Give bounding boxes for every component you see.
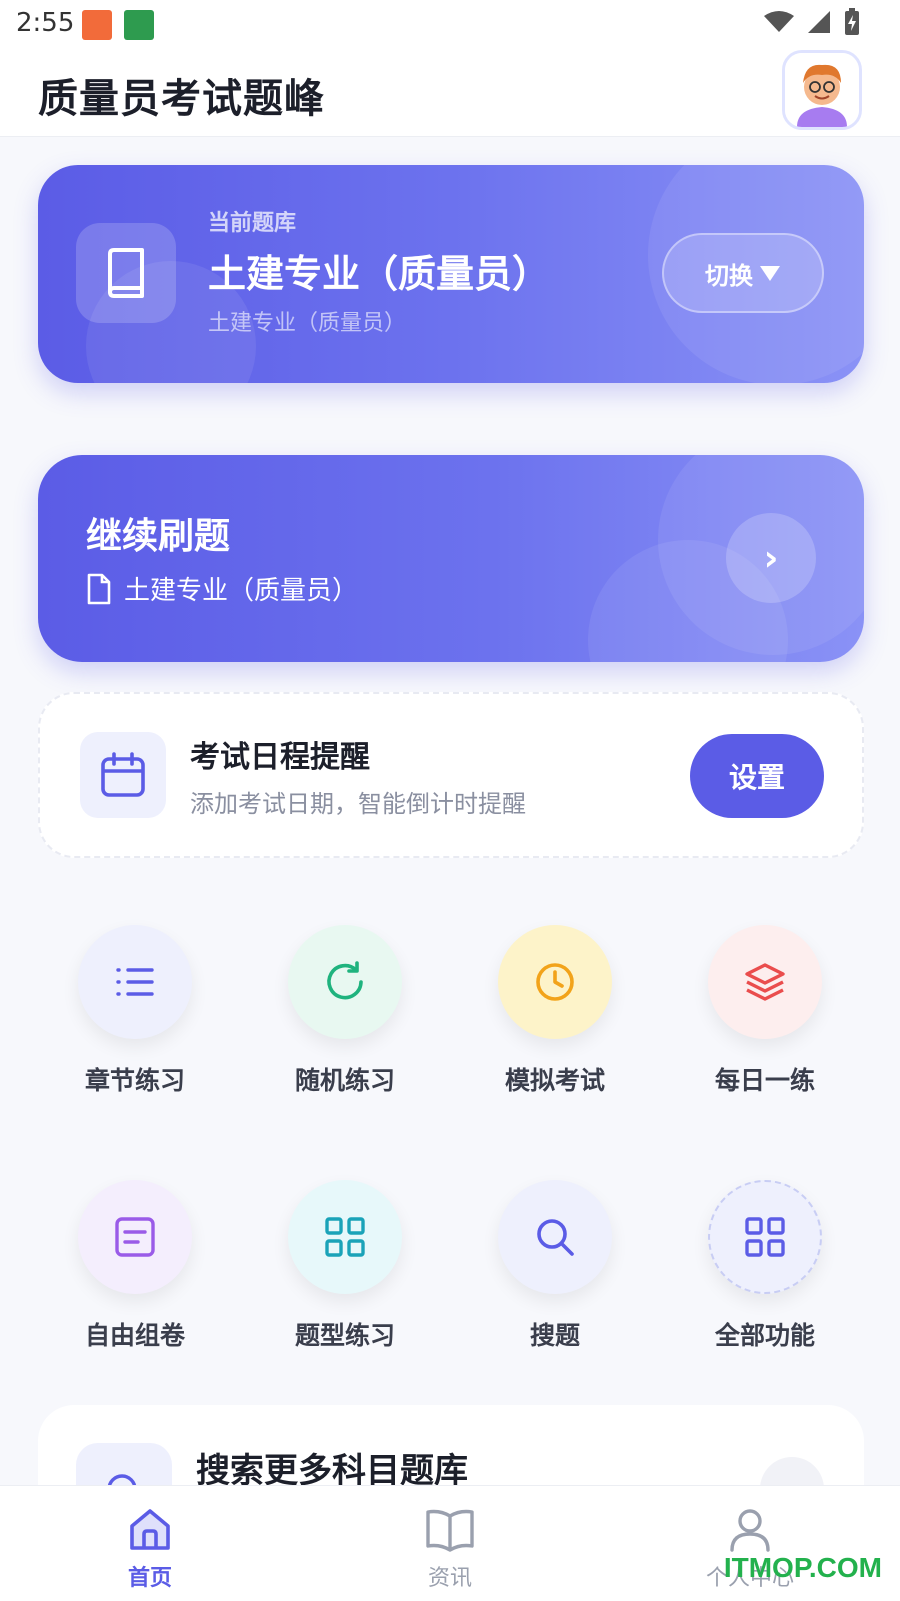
feature-grid-row-1: 章节练习 随机练习 模拟考试 每日一练	[30, 925, 870, 1097]
feature-label: 全部功能	[714, 1321, 815, 1350]
current-bank-title: 土建专业（质量员）	[208, 252, 551, 296]
nav-item-home[interactable]: 首页	[0, 1486, 300, 1601]
exam-reminder-card: 考试日程提醒 添加考试日期，智能倒计时提醒 设置	[38, 692, 864, 858]
feature-type-practice[interactable]: 题型练习	[240, 1180, 450, 1352]
caret-down-icon	[760, 266, 780, 281]
feature-icon-circle	[498, 1180, 612, 1294]
avatar-image	[785, 53, 859, 127]
feature-chapter-practice[interactable]: 章节练习	[30, 925, 240, 1097]
feature-daily-practice[interactable]: 每日一练	[660, 925, 870, 1097]
switch-bank-button[interactable]: 切换	[662, 233, 824, 313]
feature-label: 每日一练	[714, 1066, 815, 1095]
signal-icon	[808, 11, 830, 33]
watermark: ITMOP.COM	[723, 1552, 882, 1583]
nav-label: 首页	[127, 1566, 172, 1591]
feature-label: 搜题	[529, 1321, 580, 1350]
feature-random-practice[interactable]: 随机练习	[240, 925, 450, 1097]
continue-practice-subtitle-row: 土建专业（质量员）	[86, 570, 358, 607]
refresh-icon	[327, 961, 363, 1000]
feature-label: 题型练习	[294, 1321, 395, 1350]
calendar-icon-box	[80, 732, 166, 818]
continue-arrow-button[interactable]: ›	[726, 513, 816, 603]
grid-icon	[325, 1217, 365, 1257]
app-title: 质量员考试题峰	[38, 76, 325, 122]
chevron-right-icon: ›	[763, 537, 779, 579]
feature-custom-paper[interactable]: 自由组卷	[30, 1180, 240, 1352]
nav-label: 资讯	[427, 1566, 472, 1591]
continue-practice-subtitle: 土建专业（质量员）	[124, 576, 359, 606]
clock-icon	[536, 963, 574, 1001]
book-open-icon	[426, 1509, 474, 1552]
book-icon-box	[76, 223, 176, 323]
reminder-subtitle: 添加考试日期，智能倒计时提醒	[190, 790, 526, 818]
feature-label: 随机练习	[294, 1066, 395, 1095]
feature-search-question[interactable]: 搜题	[450, 1180, 660, 1352]
feature-icon-circle	[498, 925, 612, 1039]
switch-button-label: 切换	[705, 261, 753, 290]
set-reminder-button[interactable]: 设置	[690, 734, 824, 818]
feature-grid-row-2: 自由组卷 题型练习 搜题 全部功能	[30, 1180, 870, 1352]
current-bank-subtitle: 土建专业（质量员）	[208, 311, 407, 336]
book-icon	[108, 248, 144, 298]
question-bank-card[interactable]: 当前题库 土建专业（质量员） 土建专业（质量员） 切换	[38, 165, 864, 383]
feature-mock-exam[interactable]: 模拟考试	[450, 925, 660, 1097]
user-icon	[730, 1509, 770, 1552]
continue-practice-card[interactable]: 继续刷题 土建专业（质量员） ›	[38, 455, 864, 662]
feature-icon-circle	[708, 1180, 822, 1294]
calendar-icon	[101, 752, 145, 797]
feature-icon-circle	[78, 1180, 192, 1294]
feature-icon-circle	[288, 1180, 402, 1294]
feature-label: 模拟考试	[504, 1066, 605, 1095]
notification-app-icon-2	[124, 10, 154, 40]
app-header: 质量员考试题峰	[0, 48, 900, 137]
document-icon	[115, 1217, 155, 1257]
layers-icon	[745, 963, 785, 1001]
reminder-title: 考试日程提醒	[190, 740, 370, 775]
feature-label: 章节练习	[84, 1066, 185, 1095]
feature-label: 自由组卷	[84, 1321, 185, 1350]
battery-icon	[845, 8, 859, 35]
feature-icon-circle	[288, 925, 402, 1039]
avatar[interactable]	[782, 50, 862, 130]
wifi-icon	[764, 11, 794, 32]
list-icon	[116, 968, 154, 996]
feature-all-functions[interactable]: 全部功能	[660, 1180, 870, 1352]
current-bank-label: 当前题库	[208, 211, 297, 236]
home-icon	[130, 1509, 170, 1550]
feature-icon-circle	[708, 925, 822, 1039]
search-icon	[537, 1219, 574, 1256]
notification-app-icon	[82, 10, 112, 40]
nav-item-news[interactable]: 资讯	[300, 1486, 600, 1601]
apps-icon	[745, 1217, 785, 1257]
status-bar: 2:55	[0, 0, 900, 48]
feature-icon-circle	[78, 925, 192, 1039]
status-time: 2:55	[16, 8, 75, 38]
status-indicators	[764, 8, 860, 36]
continue-practice-title: 继续刷题	[86, 516, 231, 557]
file-icon	[87, 573, 111, 604]
